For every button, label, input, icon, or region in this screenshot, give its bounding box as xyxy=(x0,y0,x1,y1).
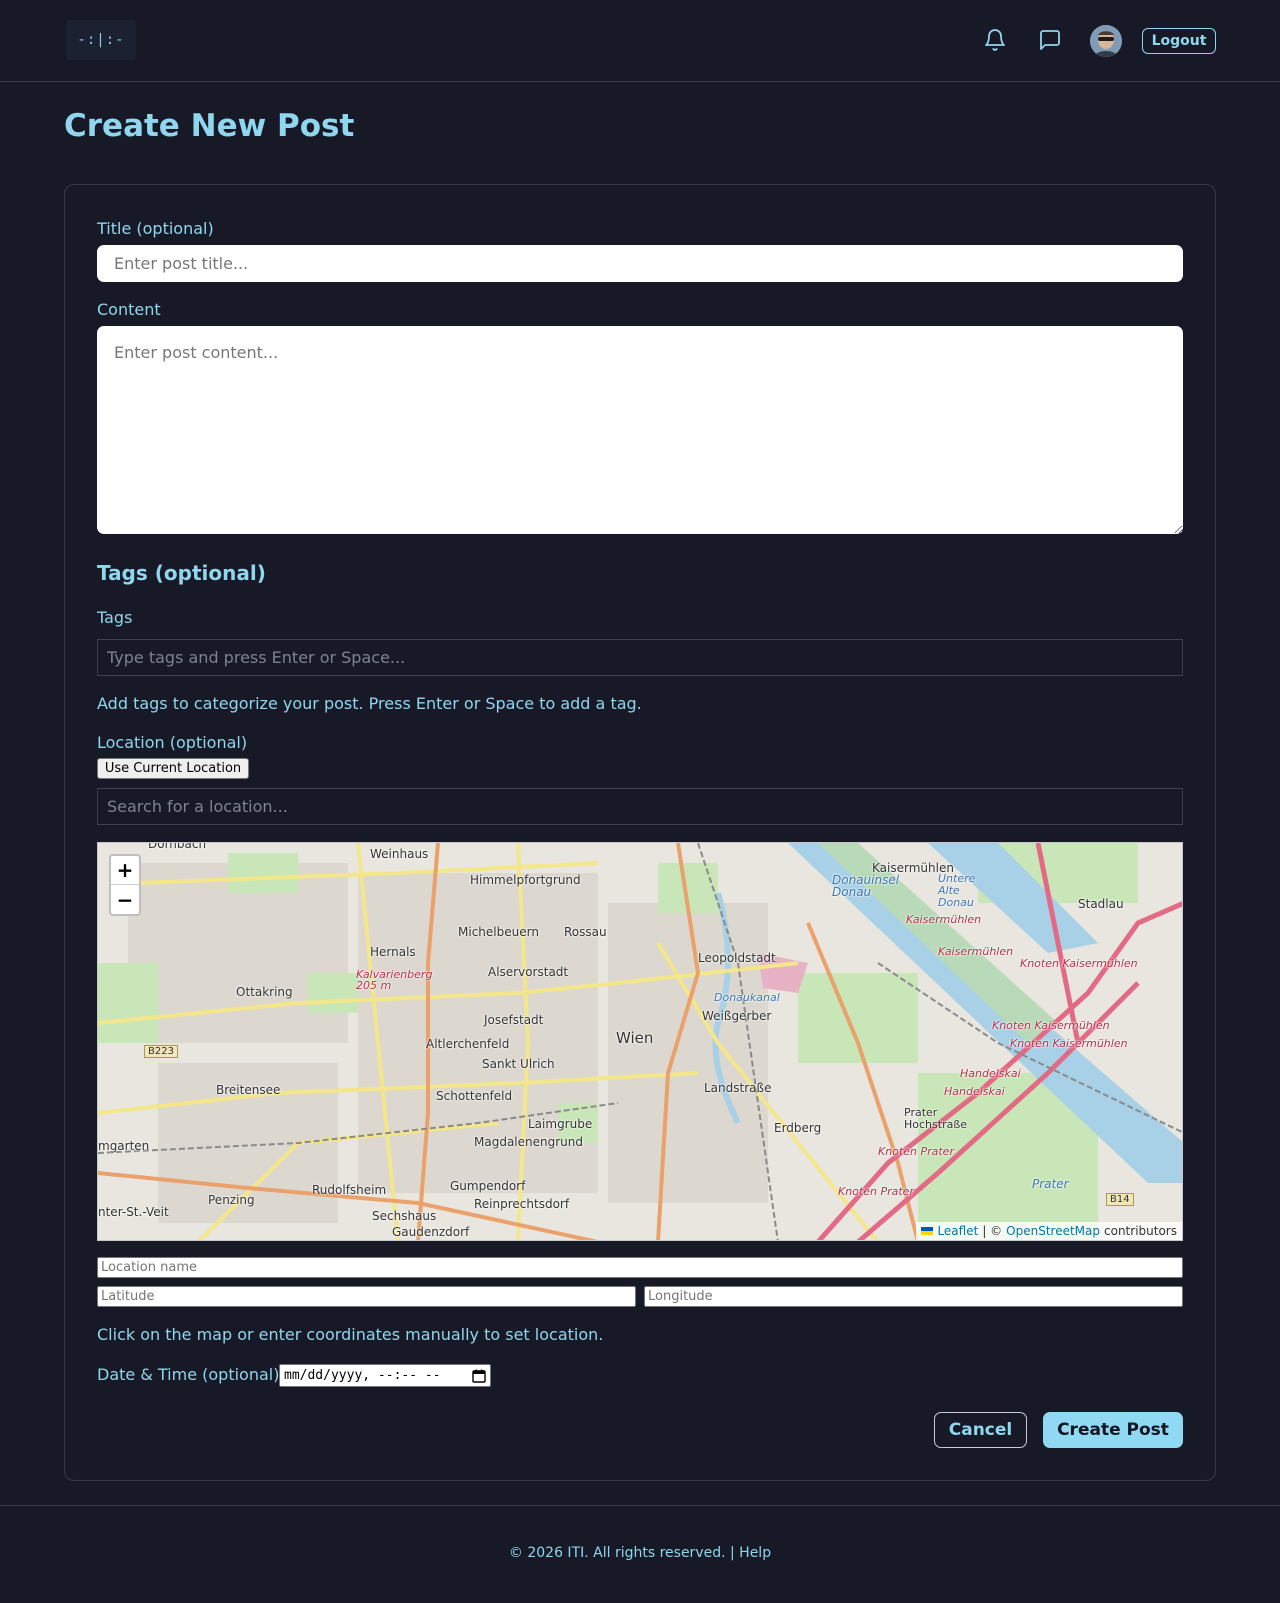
map-label: Penzing xyxy=(208,1193,255,1207)
latitude-input[interactable] xyxy=(97,1286,636,1307)
map-label: Hernals xyxy=(370,945,416,959)
map-label: Weinhaus xyxy=(370,847,429,861)
map-label: mgarten xyxy=(98,1139,150,1153)
road-shield: B14 xyxy=(1106,1193,1134,1206)
map-label: Kaisermühlen xyxy=(906,913,982,926)
map-label: Leopoldstadt xyxy=(698,951,776,965)
map-label: Alservorstadt xyxy=(488,965,569,979)
footer-text: © 2026 ITI. All rights reserved. | Help xyxy=(508,1545,772,1561)
map-label: Laimgrube xyxy=(528,1117,593,1131)
map-label: Breitensee xyxy=(216,1083,281,1097)
osm-link[interactable]: OpenStreetMap xyxy=(1006,1224,1100,1238)
use-current-location-button[interactable]: Use Current Location xyxy=(97,758,249,779)
location-label: Location (optional) xyxy=(97,733,248,752)
user-avatar[interactable] xyxy=(1090,25,1122,57)
map-label: Reinprechtsdorf xyxy=(474,1197,570,1211)
map-label: Schottenfeld xyxy=(436,1089,513,1103)
location-name-input[interactable] xyxy=(97,1257,1183,1278)
attribution-separator: | © xyxy=(982,1224,1003,1238)
location-map[interactable]: Dornbach Weinhaus Himmelpfortgrund Miche… xyxy=(97,842,1183,1241)
top-navbar: -:|:- Logout xyxy=(0,0,1280,82)
datetime-input[interactable]: mm/dd/yyyy, --:-- -- xyxy=(279,1364,491,1387)
map-label: Gaudenzdorf xyxy=(392,1225,470,1239)
map-label: Untere Alte Donau xyxy=(938,872,976,909)
content-textarea[interactable] xyxy=(97,326,1183,534)
footer-divider xyxy=(0,1505,1280,1506)
map-label: Knoten Kaisermühlen xyxy=(1020,957,1138,970)
map-label: Donaukanal xyxy=(714,991,780,1004)
map-label: Knoten Kaisermühlen xyxy=(992,1019,1110,1032)
attribution-contributors: contributors xyxy=(1104,1224,1177,1238)
app-logo[interactable]: -:|:- xyxy=(66,20,136,60)
tags-label: Tags xyxy=(97,608,133,627)
logout-button[interactable]: Logout xyxy=(1142,28,1216,54)
map-label: Handelskai xyxy=(944,1085,1005,1098)
map-label: Landstraße xyxy=(704,1081,772,1095)
map-label: Rossau xyxy=(564,925,607,939)
map-label: Gumpendorf xyxy=(450,1179,526,1193)
location-help-text: Click on the map or enter coordinates ma… xyxy=(97,1325,604,1344)
map-label: Himmelpfortgrund xyxy=(470,873,581,887)
map-label: Donau xyxy=(832,885,872,899)
calendar-icon[interactable] xyxy=(472,1369,486,1383)
map-label: Wien xyxy=(616,1029,654,1047)
map-label: Kaisermühlen xyxy=(938,945,1014,958)
map-label: Knoten Kaisermühlen xyxy=(1010,1037,1128,1050)
create-post-button[interactable]: Create Post xyxy=(1043,1412,1183,1448)
tags-help-text: Add tags to categorize your post. Press … xyxy=(97,694,642,713)
map-label: Erdberg xyxy=(774,1121,822,1135)
map-label: Sechshaus xyxy=(372,1209,437,1223)
map-label: Prater xyxy=(1032,1177,1069,1191)
longitude-input[interactable] xyxy=(644,1286,1183,1307)
map-label: Michelbeuern xyxy=(458,925,539,939)
map-label: Ottakring xyxy=(236,985,293,999)
zoom-out-button[interactable]: − xyxy=(111,885,139,914)
map-attribution: Leaflet | © OpenStreetMap contributors xyxy=(916,1222,1182,1240)
map-label: Dornbach xyxy=(148,842,207,851)
bell-icon[interactable] xyxy=(983,28,1007,52)
leaflet-link[interactable]: Leaflet xyxy=(937,1224,978,1238)
map-label: Weißgerber xyxy=(702,1009,772,1023)
road-shield: B223 xyxy=(144,1045,178,1058)
location-search-input[interactable] xyxy=(97,788,1183,825)
map-label: Magdalenengrund xyxy=(474,1135,583,1149)
map-label: Rudolfsheim xyxy=(312,1183,387,1197)
map-zoom-control: + − xyxy=(109,854,141,916)
title-label: Title (optional) xyxy=(97,219,214,238)
map-label: Knoten Prater xyxy=(838,1185,914,1198)
map-label: Altlerchenfeld xyxy=(426,1037,510,1051)
chat-icon[interactable] xyxy=(1038,28,1062,52)
map-label: nter-St.-Veit xyxy=(98,1205,169,1219)
map-label: Handelskai xyxy=(960,1067,1021,1080)
datetime-label: Date & Time (optional) xyxy=(97,1365,280,1384)
cancel-button[interactable]: Cancel xyxy=(934,1412,1027,1448)
map-label: Kalvarienberg 205 m xyxy=(356,968,433,992)
page-title: Create New Post xyxy=(64,108,355,144)
content-label: Content xyxy=(97,300,161,319)
tags-input[interactable] xyxy=(97,639,1183,676)
title-input[interactable] xyxy=(97,245,1183,282)
tags-section-heading: Tags (optional) xyxy=(97,561,266,585)
map-label: Prater Hochstraße xyxy=(904,1106,968,1131)
map-label: Knoten Prater xyxy=(878,1145,954,1158)
ukraine-flag-icon xyxy=(921,1227,934,1235)
map-label: Stadlau xyxy=(1078,897,1124,911)
map-label: Josefstadt xyxy=(484,1013,544,1027)
map-label: Sankt Ulrich xyxy=(482,1057,555,1071)
zoom-in-button[interactable]: + xyxy=(111,856,139,885)
datetime-value: mm/dd/yyyy, --:-- -- xyxy=(284,1368,441,1383)
